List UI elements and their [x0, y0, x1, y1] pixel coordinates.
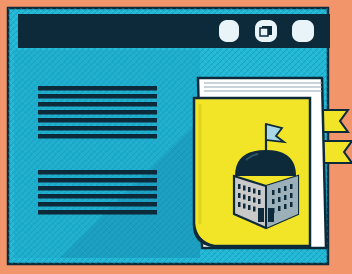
illustration	[0, 0, 352, 274]
text-line	[38, 202, 157, 207]
window-pane	[238, 193, 241, 198]
text-line	[38, 210, 157, 215]
text-line	[38, 186, 157, 191]
window-pane	[258, 199, 261, 204]
window-pane	[248, 187, 251, 192]
text-line	[38, 94, 157, 99]
window-pane	[272, 190, 275, 195]
window-pane	[258, 190, 261, 195]
window-pane	[238, 202, 241, 207]
window-pane	[238, 184, 241, 189]
book	[192, 76, 328, 250]
text-line	[38, 134, 157, 139]
circle-button-icon[interactable]	[219, 20, 239, 42]
window-pane	[278, 197, 281, 202]
window-pane	[284, 195, 287, 200]
window-pane	[248, 196, 251, 201]
text-line	[38, 110, 157, 115]
titlebar-buttons	[219, 20, 314, 42]
circle-button-icon[interactable]	[292, 20, 314, 42]
text-line	[38, 102, 157, 107]
window-pane	[278, 188, 281, 193]
window-pane	[290, 184, 293, 189]
window-pane	[253, 188, 256, 194]
window-pane	[278, 206, 281, 211]
text-line	[38, 86, 157, 91]
restore-window-icon[interactable]	[255, 20, 277, 42]
text-line	[38, 118, 157, 123]
window-pane	[284, 186, 287, 191]
window-pane	[248, 205, 251, 210]
window-pane	[272, 199, 275, 204]
text-line	[38, 178, 157, 183]
text-line	[38, 194, 157, 199]
window-pane	[290, 193, 293, 198]
window-pane	[253, 197, 256, 203]
window-pane	[253, 206, 256, 212]
window-pane	[243, 203, 246, 209]
browser-window-with-book-illustration	[6, 6, 352, 266]
window-pane	[243, 194, 246, 200]
window-pane	[284, 204, 287, 209]
window-titlebar	[18, 14, 330, 48]
text-line	[38, 170, 157, 175]
text-line	[38, 126, 157, 131]
window-pane	[243, 185, 246, 191]
window-pane	[290, 202, 293, 207]
